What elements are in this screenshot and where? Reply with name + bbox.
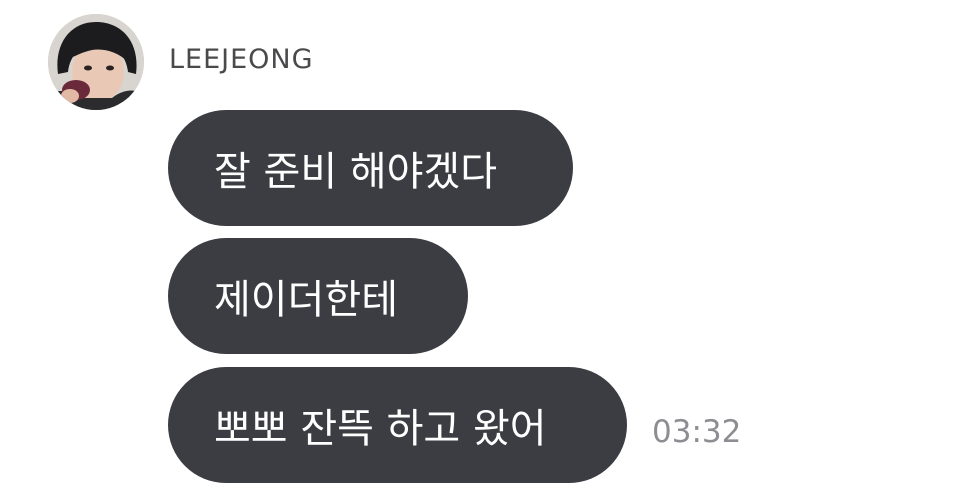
message-bubble[interactable]: 제이더한테 — [168, 238, 468, 354]
message-text: 잘 준비 해야겠다 — [214, 149, 498, 195]
message-text: 뽀뽀 잔뜩 하고 왔어 — [214, 406, 547, 452]
message-text: 제이더한테 — [214, 277, 398, 323]
message-timestamp: 03:32 — [652, 414, 742, 450]
sender-avatar[interactable] — [48, 14, 144, 110]
message-bubble[interactable]: 뽀뽀 잔뜩 하고 왔어 — [168, 367, 627, 483]
sender-name: LEEJEONG — [169, 44, 314, 75]
avatar-photo — [48, 14, 144, 110]
message-bubble[interactable]: 잘 준비 해야겠다 — [168, 110, 573, 226]
